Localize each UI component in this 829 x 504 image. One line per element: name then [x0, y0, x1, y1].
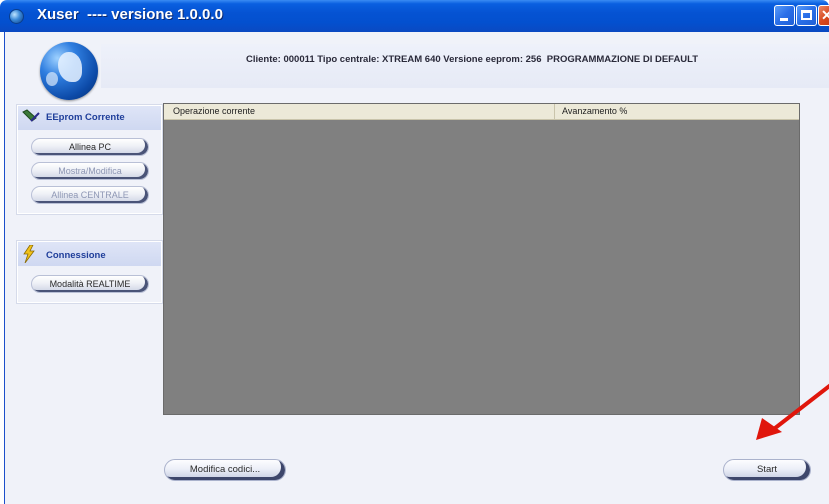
- globe-logo-icon: [40, 42, 98, 100]
- start-button[interactable]: Start: [723, 459, 811, 481]
- operations-table-header: Operazione corrente Avanzamento %: [164, 104, 799, 120]
- window-client: Cliente: 000011 Tipo centrale: XTREAM 64…: [4, 32, 829, 504]
- app-icon[interactable]: [9, 9, 24, 24]
- allinea-pc-button[interactable]: Allinea PC: [31, 138, 149, 156]
- maximize-icon: [801, 10, 812, 20]
- close-icon: ✕: [821, 7, 829, 23]
- title-bar[interactable]: Xuser ---- versione 1.0.0.0 ✕: [0, 0, 829, 32]
- globe-land: [58, 52, 82, 82]
- window-title: Xuser ---- versione 1.0.0.0: [37, 6, 223, 23]
- operations-table[interactable]: Operazione corrente Avanzamento %: [163, 103, 800, 415]
- connection-panel: Connessione Modalità REALTIME: [17, 241, 162, 303]
- lightning-icon: [22, 244, 36, 266]
- maximize-button[interactable]: [796, 5, 817, 26]
- eeprom-panel: EEprom Corrente Allinea PC Mostra/Modifi…: [17, 105, 162, 214]
- column-header-avanzamento[interactable]: Avanzamento %: [562, 106, 627, 116]
- connection-panel-header: Connessione: [18, 242, 161, 266]
- modifica-codici-button[interactable]: Modifica codici...: [164, 459, 286, 481]
- eeprom-panel-header: EEprom Corrente: [18, 106, 161, 130]
- modalita-realtime-button[interactable]: Modalità REALTIME: [31, 275, 149, 293]
- eeprom-icon: [22, 109, 40, 128]
- minimize-button[interactable]: [774, 5, 795, 26]
- column-header-operazione[interactable]: Operazione corrente: [173, 106, 255, 116]
- connection-panel-title: Connessione: [46, 250, 106, 261]
- mostra-modifica-button[interactable]: Mostra/Modifica: [31, 162, 149, 180]
- eeprom-panel-title: EEprom Corrente: [46, 112, 125, 123]
- globe-land: [46, 72, 58, 86]
- minimize-icon: [780, 18, 788, 21]
- status-line: Cliente: 000011 Tipo centrale: XTREAM 64…: [246, 54, 699, 65]
- annotation-arrow-icon: [756, 383, 829, 440]
- column-separator[interactable]: [554, 104, 555, 119]
- allinea-centrale-button[interactable]: Allinea CENTRALE: [31, 186, 149, 204]
- header-band: [101, 44, 829, 88]
- close-button[interactable]: ✕: [818, 5, 829, 26]
